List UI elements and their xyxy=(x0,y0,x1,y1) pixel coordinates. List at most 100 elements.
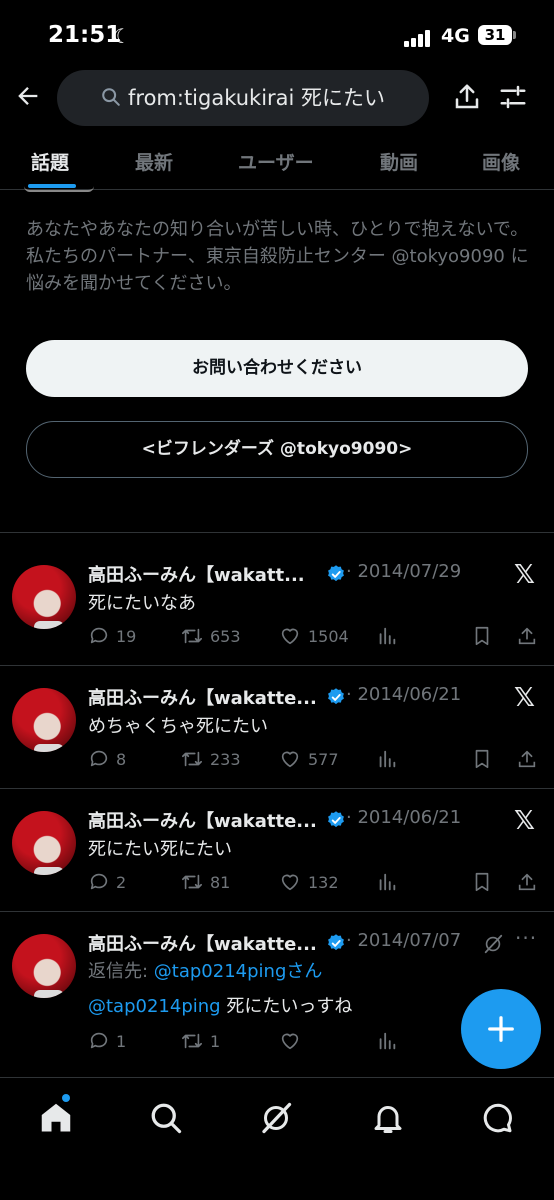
author-name[interactable]: 高田ふーみん【wakatte... xyxy=(88,930,317,956)
compose-icon xyxy=(488,1016,514,1042)
views-button[interactable] xyxy=(376,1030,398,1052)
like-icon xyxy=(281,874,299,891)
reply-icon xyxy=(90,627,108,644)
tab-latest[interactable]: 最新 xyxy=(135,148,173,175)
bookmark-icon xyxy=(475,749,489,769)
share-icon[interactable] xyxy=(452,82,482,116)
contact-button[interactable]: お問い合わせください xyxy=(26,340,528,397)
retweet-button[interactable]: 1 xyxy=(180,1030,220,1052)
retweet-button[interactable]: 653 xyxy=(180,625,241,647)
grok-icon[interactable] xyxy=(482,933,504,959)
tab-images[interactable]: 画像 xyxy=(482,148,520,175)
bottom-nav xyxy=(0,1077,554,1200)
mention-link[interactable]: @tap0214ping xyxy=(88,996,221,1017)
like-icon xyxy=(281,751,299,768)
verified-icon xyxy=(326,810,346,834)
views-icon xyxy=(379,1032,396,1050)
reply-count: 1 xyxy=(116,1031,127,1051)
like-button[interactable]: 577 xyxy=(278,748,339,770)
tweet-actions: 8 233 577 xyxy=(88,748,544,772)
reply-icon xyxy=(90,873,108,890)
retweet-count: 653 xyxy=(210,626,241,646)
avatar[interactable] xyxy=(12,811,76,875)
grok-nav-icon[interactable] xyxy=(258,1100,294,1140)
share-icon xyxy=(518,750,536,768)
partial-graphic xyxy=(24,186,94,192)
tweet[interactable]: 高田ふーみん【wakatte... · 2014/06/21 𝕏 めちゃくちゃ死にたい… xyxy=(0,666,554,789)
more-icon[interactable]: ··· xyxy=(515,926,537,950)
retweet-icon xyxy=(182,1033,202,1049)
bookmark-button[interactable] xyxy=(471,625,493,647)
reply-count: 2 xyxy=(116,872,127,892)
like-count: 132 xyxy=(308,872,339,892)
avatar[interactable] xyxy=(12,934,76,998)
back-arrow-icon[interactable] xyxy=(14,82,42,114)
share-icon xyxy=(518,627,536,645)
retweet-button[interactable]: 233 xyxy=(180,748,241,770)
share-button[interactable] xyxy=(516,748,538,770)
befrienders-button[interactable]: <ビフレンダーズ @tokyo9090> xyxy=(26,421,528,478)
search-query[interactable]: from:tigakukirai 死にたい xyxy=(128,82,385,112)
compose-button[interactable] xyxy=(461,989,541,1069)
tweet-date[interactable]: · 2014/07/07 xyxy=(346,930,461,951)
status-time: 21:51 xyxy=(48,22,122,48)
divider xyxy=(0,532,554,533)
tweet-actions: 19 653 1504 xyxy=(88,625,544,649)
tweet-actions: 2 81 132 xyxy=(88,871,544,895)
author-name[interactable]: 高田ふーみん【wakatt... xyxy=(88,561,305,587)
views-button[interactable] xyxy=(376,625,398,647)
retweet-button[interactable]: 81 xyxy=(180,871,230,893)
battery-tip xyxy=(513,31,516,39)
filter-icon[interactable] xyxy=(498,82,528,116)
like-count: 1504 xyxy=(308,626,349,646)
messages-icon[interactable] xyxy=(480,1100,516,1140)
tweet-date[interactable]: · 2014/06/21 xyxy=(346,807,461,828)
share-button[interactable] xyxy=(516,625,538,647)
reply-icon xyxy=(90,750,108,767)
views-button[interactable] xyxy=(376,871,398,893)
retweet-count: 233 xyxy=(210,749,241,769)
tweet-date[interactable]: · 2014/06/21 xyxy=(346,684,461,705)
bookmark-button[interactable] xyxy=(471,871,493,893)
bookmark-icon xyxy=(475,626,489,646)
reply-button[interactable]: 2 xyxy=(88,871,126,893)
like-icon xyxy=(281,1033,299,1050)
tab-users[interactable]: ユーザー xyxy=(238,148,314,175)
tweet-date[interactable]: · 2014/07/29 xyxy=(346,561,461,582)
notifications-icon[interactable] xyxy=(370,1100,406,1140)
author-name[interactable]: 高田ふーみん【wakatte... xyxy=(88,684,317,710)
views-icon xyxy=(379,750,396,768)
explore-icon[interactable] xyxy=(148,1100,184,1140)
reply-button[interactable]: 1 xyxy=(88,1030,126,1052)
like-button[interactable]: 132 xyxy=(278,871,339,893)
like-button[interactable]: 1504 xyxy=(278,625,349,647)
like-count: 577 xyxy=(308,749,339,769)
retweet-count: 1 xyxy=(210,1031,221,1051)
tab-videos[interactable]: 動画 xyxy=(380,148,418,175)
retweet-icon xyxy=(182,628,202,644)
tweet[interactable]: 高田ふーみん【wakatte... · 2014/06/21 𝕏 死にたい死にたい 2 8… xyxy=(0,789,554,912)
tab-trending[interactable]: 話題 xyxy=(31,148,69,175)
views-button[interactable] xyxy=(376,748,398,770)
x-logo-icon: 𝕏 xyxy=(514,683,535,713)
bookmark-button[interactable] xyxy=(471,748,493,770)
x-logo-icon: 𝕏 xyxy=(514,806,535,836)
avatar[interactable] xyxy=(12,565,76,629)
reply-to-link[interactable]: @tap0214pingさん xyxy=(154,961,323,982)
reply-button[interactable]: 8 xyxy=(88,748,126,770)
tweet[interactable]: 高田ふーみん【wakatt... · 2014/07/29 𝕏 死にたいなあ 19 653… xyxy=(0,543,554,666)
author-name[interactable]: 高田ふーみん【wakatte... xyxy=(88,807,317,833)
retweet-icon xyxy=(182,874,202,890)
retweet-count: 81 xyxy=(210,872,231,892)
avatar[interactable] xyxy=(12,688,76,752)
reply-icon xyxy=(90,1032,108,1049)
like-button[interactable] xyxy=(278,1030,308,1052)
reply-button[interactable]: 19 xyxy=(88,625,136,647)
share-button[interactable] xyxy=(516,871,538,893)
x-logo-icon: 𝕏 xyxy=(514,560,535,590)
moon-icon: ☾ xyxy=(113,24,131,48)
share-icon xyxy=(518,873,536,891)
home-icon[interactable] xyxy=(38,1100,74,1140)
reply-count: 19 xyxy=(116,626,137,646)
reply-count: 8 xyxy=(116,749,127,769)
